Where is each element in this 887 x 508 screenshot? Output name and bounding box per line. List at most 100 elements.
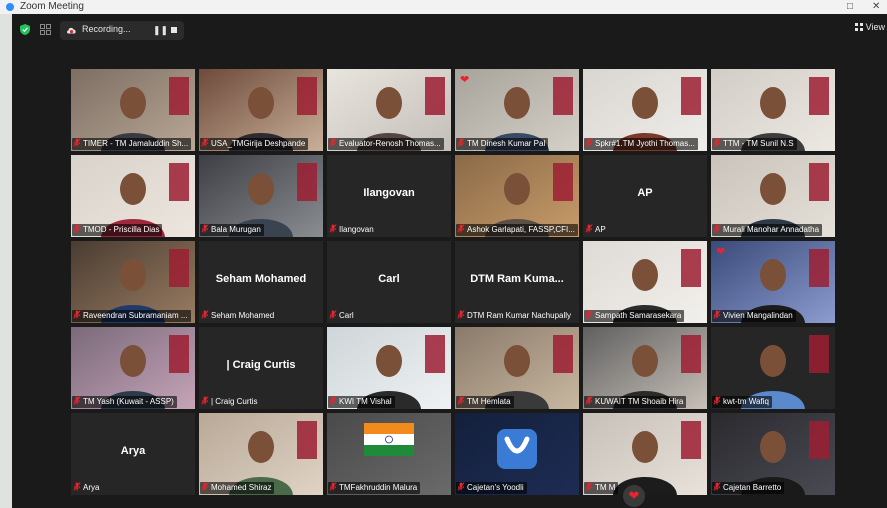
muted-mic-icon: [713, 310, 721, 319]
participant-name: Cajetan Barretto: [723, 483, 782, 492]
participant-display-name: Seham Mohamed: [215, 273, 307, 285]
participant-name: TMOD - Priscilla Dias: [83, 225, 160, 234]
participant-name: TM M: [595, 483, 616, 492]
participant-name-label: TIMER - TM Jamaluddin Sh...: [72, 138, 192, 150]
participant-name-label: TM M: [584, 482, 619, 494]
heart-reaction-icon: ❤: [716, 246, 726, 258]
pause-recording-button[interactable]: ❚❚: [153, 24, 168, 37]
muted-mic-icon: [201, 482, 209, 491]
participant-tile[interactable]: Cajetan's Yoodli: [455, 413, 579, 495]
participant-tile[interactable]: Murali Manohar Annadatha: [711, 155, 835, 237]
participant-tile[interactable]: Sampath Samarasekara: [583, 241, 707, 323]
participant-name-label: TTM - TM Sunil N.S: [712, 138, 797, 150]
participant-name-label: Murali Manohar Annadatha: [712, 224, 823, 236]
close-button[interactable]: ✕: [872, 0, 880, 14]
participant-name-label: Seham Mohamed: [200, 310, 277, 322]
participant-name: Cajetan's Yoodli: [467, 483, 524, 492]
muted-mic-icon: [713, 396, 721, 405]
muted-mic-icon: [73, 396, 81, 405]
participant-name: TM Dinesh Kumar Pal: [467, 139, 546, 148]
participant-display-name: DTM Ram Kuma...: [470, 273, 564, 285]
participant-name-label: kwt-tm Wafiq: [712, 396, 772, 408]
participant-tile[interactable]: AP AP: [583, 155, 707, 237]
participant-name: KWI TM Vishal: [339, 397, 392, 406]
participant-tile[interactable]: Arya Arya: [71, 413, 195, 495]
participant-tile[interactable]: KWI TM Vishal: [327, 327, 451, 409]
muted-mic-icon: [457, 310, 465, 319]
view-grid-icon: [854, 23, 863, 31]
muted-mic-icon: [329, 482, 337, 491]
participant-tile[interactable]: TM Dinesh Kumar Pal ❤: [455, 69, 579, 151]
participant-tile[interactable]: | Craig Curtis | Craig Curtis: [199, 327, 323, 409]
participant-tile[interactable]: TMOD - Priscilla Dias: [71, 155, 195, 237]
participant-tile[interactable]: Ilangovan Ilangovan: [327, 155, 451, 237]
participant-tile[interactable]: Ashok Garlapati, FASSP,CFI...: [455, 155, 579, 237]
participant-display-name: AP: [637, 187, 653, 199]
participant-tile[interactable]: TM M: [583, 413, 707, 495]
participant-tile[interactable]: Mohamed Shiraz: [199, 413, 323, 495]
participant-name-label: Ilangovan: [328, 224, 377, 236]
participant-tile[interactable]: TMFakhruddin Malura: [327, 413, 451, 495]
participant-name-label: Sampath Samarasekara: [584, 310, 685, 322]
participant-name-label: Evaluator-Renosh Thomas...: [328, 138, 444, 150]
participant-tile[interactable]: Vivien Mangalindan ❤: [711, 241, 835, 323]
participant-name-label: Raveendran Subramaniam ...: [72, 310, 191, 322]
participant-tile[interactable]: Cajetan Barretto: [711, 413, 835, 495]
gallery-grid-icon[interactable]: [40, 24, 51, 35]
muted-mic-icon: [73, 138, 81, 147]
muted-mic-icon: [457, 138, 465, 147]
participant-name-label: KUWAIT TM Shoaib Hira: [584, 396, 687, 408]
participant-name: Evaluator-Renosh Thomas...: [339, 139, 441, 148]
view-button[interactable]: View: [854, 22, 885, 32]
participant-tile[interactable]: DTM Ram Kuma... DTM Ram Kumar Nachupally: [455, 241, 579, 323]
maximize-button[interactable]: □: [847, 0, 853, 14]
muted-mic-icon: [73, 482, 81, 491]
zoom-app-icon: [6, 3, 14, 11]
participant-tile[interactable]: TIMER - TM Jamaluddin Sh...: [71, 69, 195, 151]
cloud-recording-icon: [67, 27, 76, 34]
meeting-stage: Recording... ❚❚ View TIMER - TM Jamaludd…: [12, 14, 887, 508]
participant-tile[interactable]: Carl Carl: [327, 241, 451, 323]
participant-tile[interactable]: kwt-tm Wafiq: [711, 327, 835, 409]
muted-mic-icon: [713, 482, 721, 491]
participant-tile[interactable]: USA_TMGirija Deshpande: [199, 69, 323, 151]
participant-name-label: Mohamed Shiraz: [200, 482, 275, 494]
muted-mic-icon: [329, 138, 337, 147]
participant-tile[interactable]: TM Hemlata: [455, 327, 579, 409]
participant-name-label: KWI TM Vishal: [328, 396, 395, 408]
recording-indicator: Recording... ❚❚: [60, 21, 184, 40]
view-label: View: [865, 22, 885, 32]
participant-tile[interactable]: Raveendran Subramaniam ...: [71, 241, 195, 323]
participant-tile[interactable]: TTM - TM Sunil N.S: [711, 69, 835, 151]
muted-mic-icon: [329, 310, 337, 319]
participant-name-label: Arya: [72, 482, 102, 494]
participant-name-label: Cajetan Barretto: [712, 482, 785, 494]
participant-tile[interactable]: Spkr#1.TM Jyothi Thomas...: [583, 69, 707, 151]
muted-mic-icon: [585, 482, 593, 491]
participant-name-label: TMFakhruddin Malura: [328, 482, 421, 494]
muted-mic-icon: [329, 396, 337, 405]
participant-name-label: | Craig Curtis: [200, 396, 261, 408]
stop-recording-button[interactable]: [168, 24, 180, 37]
participant-tile[interactable]: Evaluator-Renosh Thomas...: [327, 69, 451, 151]
participant-tile[interactable]: Bala Murugan: [199, 155, 323, 237]
participant-name: TM Hemlata: [467, 397, 511, 406]
participant-name: AP: [595, 225, 606, 234]
participant-tile[interactable]: Seham Mohamed Seham Mohamed: [199, 241, 323, 323]
shield-icon[interactable]: [20, 24, 30, 35]
participant-tile[interactable]: KUWAIT TM Shoaib Hira: [583, 327, 707, 409]
participant-name: Mohamed Shiraz: [211, 483, 272, 492]
participant-name: Ashok Garlapati, FASSP,CFI...: [467, 225, 575, 234]
participant-name: kwt-tm Wafiq: [723, 397, 769, 406]
participant-name-label: USA_TMGirija Deshpande: [200, 138, 309, 150]
participant-name-label: Spkr#1.TM Jyothi Thomas...: [584, 138, 698, 150]
participant-name-label: Carl: [328, 310, 357, 322]
participant-name-label: DTM Ram Kumar Nachupally: [456, 310, 574, 322]
participant-name: Bala Murugan: [211, 225, 261, 234]
participant-name: Murali Manohar Annadatha: [723, 225, 820, 234]
participant-name-label: Vivien Mangalindan: [712, 310, 796, 322]
participant-display-name: Ilangovan: [363, 187, 415, 199]
muted-mic-icon: [457, 396, 465, 405]
muted-mic-icon: [713, 138, 721, 147]
participant-tile[interactable]: TM Yash (Kuwait - ASSP): [71, 327, 195, 409]
